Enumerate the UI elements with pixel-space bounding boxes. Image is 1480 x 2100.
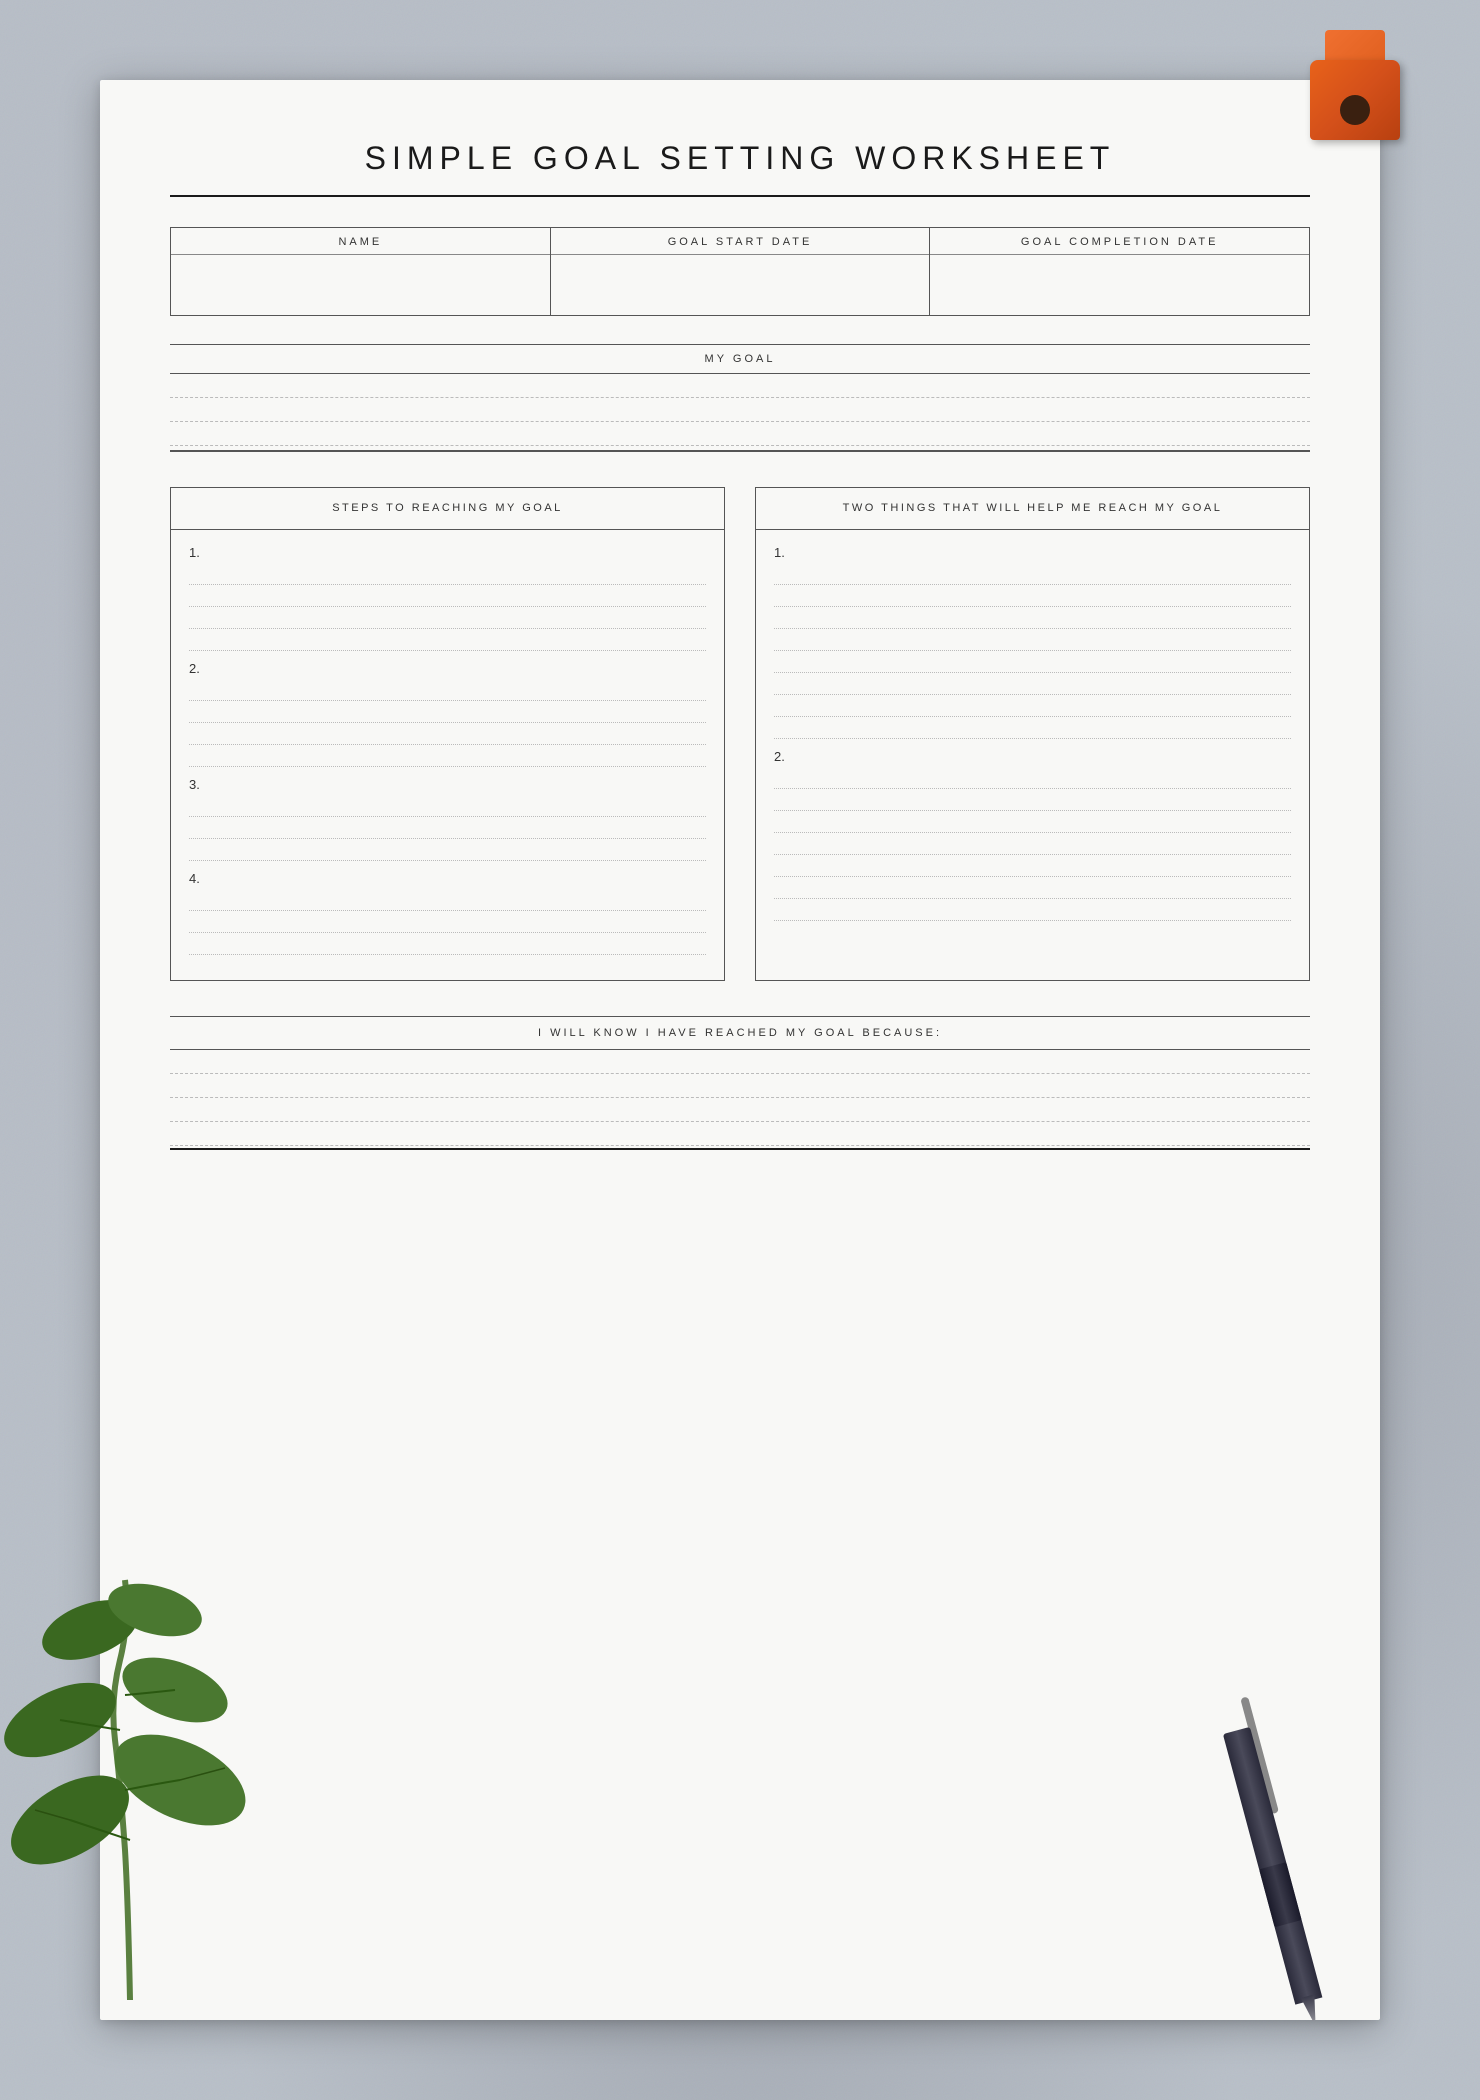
two-things-box: TWO THINGS THAT WILL HELP ME REACH MY GO… <box>755 487 1310 981</box>
worksheet-paper: SIMPLE GOAL SETTING WORKSHEET NAME GOAL … <box>100 80 1380 2020</box>
steps-header: STEPS TO REACHING MY GOAL <box>171 488 724 530</box>
goal-line-2[interactable] <box>170 398 1310 422</box>
name-label: NAME <box>171 228 550 255</box>
completion-date-label: GOAL COMPLETION DATE <box>930 228 1309 255</box>
start-date-label: GOAL START DATE <box>551 228 930 255</box>
start-date-field-box: GOAL START DATE <box>551 227 931 316</box>
my-goal-bottom-line <box>170 450 1310 452</box>
step-3-lines <box>189 795 706 861</box>
two-things-header: TWO THINGS THAT WILL HELP ME REACH MY GO… <box>756 488 1309 530</box>
bottom-line-4[interactable] <box>170 1122 1310 1146</box>
goal-line-3[interactable] <box>170 422 1310 446</box>
name-field-box: NAME <box>170 227 551 316</box>
name-content[interactable] <box>171 255 550 315</box>
bottom-final-line <box>170 1148 1310 1150</box>
plant-decoration <box>0 1500 280 2000</box>
goal-line-1[interactable] <box>170 374 1310 398</box>
step-4-lines <box>189 889 706 955</box>
bottom-dotted-lines <box>170 1050 1310 1146</box>
bottom-line-3[interactable] <box>170 1098 1310 1122</box>
bottom-section-label: I WILL KNOW I HAVE REACHED MY GOAL BECAU… <box>170 1016 1310 1050</box>
bottom-line-1[interactable] <box>170 1050 1310 1074</box>
start-date-content[interactable] <box>551 255 930 315</box>
my-goal-label: MY GOAL <box>170 344 1310 374</box>
steps-content: 1. 2. <box>171 530 724 980</box>
step-number-2: 2. <box>189 661 706 676</box>
two-column-section: STEPS TO REACHING MY GOAL 1. 2. <box>170 487 1310 981</box>
sharpener-decoration <box>1310 30 1400 140</box>
worksheet-title: SIMPLE GOAL SETTING WORKSHEET <box>170 140 1310 177</box>
title-underline <box>170 195 1310 197</box>
step-item-1: 1. <box>189 545 706 651</box>
step-number-1: 1. <box>189 545 706 560</box>
completion-date-content[interactable] <box>930 255 1309 315</box>
my-goal-lines <box>170 374 1310 446</box>
steps-box: STEPS TO REACHING MY GOAL 1. 2. <box>170 487 725 981</box>
step-number-4: 4. <box>189 871 706 886</box>
completion-date-field-box: GOAL COMPLETION DATE <box>930 227 1310 316</box>
step-item-2: 2. <box>189 661 706 767</box>
header-fields-row: NAME GOAL START DATE GOAL COMPLETION DAT… <box>170 227 1310 316</box>
step-item-3: 3. <box>189 777 706 861</box>
thing-1-lines <box>774 563 1291 739</box>
thing-number-1: 1. <box>774 545 1291 560</box>
thing-number-2: 2. <box>774 749 1291 764</box>
step-number-3: 3. <box>189 777 706 792</box>
thing-item-1: 1. <box>774 545 1291 739</box>
thing-item-2: 2. <box>774 749 1291 921</box>
bottom-line-2[interactable] <box>170 1074 1310 1098</box>
step-1-lines <box>189 563 706 651</box>
step-2-lines <box>189 679 706 767</box>
two-things-content: 1. 2. <box>756 530 1309 946</box>
thing-2-lines <box>774 767 1291 921</box>
step-item-4: 4. <box>189 871 706 955</box>
